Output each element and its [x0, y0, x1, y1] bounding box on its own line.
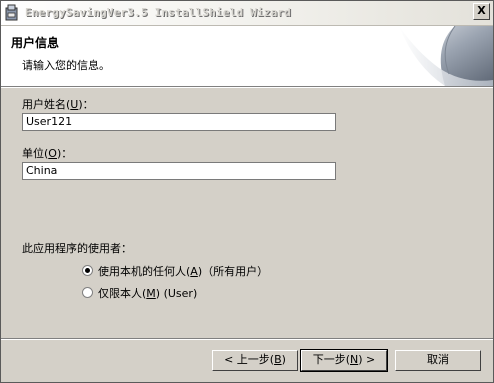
next-button[interactable]: 下一步(N) >	[300, 349, 388, 372]
app-users-heading: 此应用程序的使用者：	[22, 242, 132, 255]
page-curl-graphic	[393, 26, 493, 86]
title-bar[interactable]: EnergySavingVer3.5 InstallShield Wizard …	[1, 1, 493, 26]
cancel-button[interactable]: 取消	[395, 350, 481, 371]
organization-field[interactable]: China	[22, 162, 336, 180]
installer-window: EnergySavingVer3.5 InstallShield Wizard …	[0, 0, 494, 383]
footer-divider	[1, 338, 493, 340]
back-button[interactable]: < 上一步(B)	[212, 350, 298, 371]
username-field[interactable]: User121	[22, 113, 336, 131]
radio-only-me[interactable]	[82, 287, 93, 298]
installer-app-icon	[5, 4, 18, 21]
organization-label: 单位(O)：	[22, 147, 73, 160]
window-title: EnergySavingVer3.5 InstallShield Wizard	[25, 6, 292, 19]
option-only-me-label[interactable]: 仅限本人(M) (User)	[98, 285, 197, 301]
page-subtitle: 请输入您的信息。	[22, 59, 110, 72]
username-label: 用户姓名(U)：	[22, 98, 94, 111]
banner-divider	[1, 87, 493, 88]
option-all-users-label[interactable]: 使用本机的任何人(A)（所有用户）	[98, 263, 268, 279]
close-icon: X	[477, 4, 486, 17]
radio-all-users[interactable]	[82, 265, 93, 276]
page-title: 用户信息	[11, 36, 60, 50]
close-button[interactable]: X	[473, 3, 490, 20]
header-banner: 用户信息 请输入您的信息。	[1, 26, 493, 87]
